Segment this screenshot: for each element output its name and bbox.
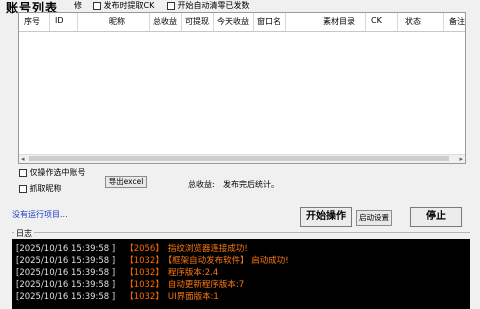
account-table[interactable]: 序号 ID 昵称 总收益 可提现 今天收益 窗口名 素材目录 CK 状态 备注 … bbox=[18, 12, 466, 164]
publish-ck-checkbox[interactable]: 发布时提取CK bbox=[93, 0, 154, 11]
only-selected-checkbox[interactable]: 仅操作选中账号 bbox=[19, 167, 86, 178]
log-line: [2025/10/16 15:39:58 ] 【1032】 程序版本:2.4 bbox=[16, 268, 219, 278]
checkbox-icon[interactable] bbox=[19, 184, 27, 193]
col-window-name[interactable]: 窗口名 bbox=[257, 16, 281, 27]
scroll-thumb[interactable] bbox=[29, 156, 449, 161]
log-divider bbox=[12, 232, 470, 233]
edit-label[interactable]: 修 bbox=[74, 0, 82, 11]
horizontal-scrollbar[interactable]: ◂ ▸ bbox=[19, 154, 465, 163]
grab-nickname-checkbox[interactable]: 抓取昵称 bbox=[19, 183, 62, 194]
auto-clear-checkbox[interactable]: 开始自动清零已发数 bbox=[167, 0, 250, 11]
no-project-status: 没有运行项目... bbox=[12, 210, 68, 219]
checkbox-icon[interactable] bbox=[167, 1, 175, 10]
scroll-left-icon[interactable]: ◂ bbox=[21, 155, 25, 163]
col-today-income[interactable]: 今天收益 bbox=[217, 16, 249, 27]
col-total-income[interactable]: 总收益 bbox=[153, 16, 177, 27]
checkbox-icon[interactable] bbox=[19, 168, 27, 177]
log-line: [2025/10/16 15:39:58 ] 【1032】 UI界面版本:1 bbox=[16, 292, 219, 302]
col-status[interactable]: 状态 bbox=[405, 16, 421, 27]
grab-nickname-label: 抓取昵称 bbox=[29, 184, 62, 193]
log-title: 日志 bbox=[14, 228, 34, 239]
stop-button[interactable]: 停止 bbox=[410, 207, 462, 227]
auto-clear-label: 开始自动清零已发数 bbox=[177, 1, 250, 10]
export-excel-button[interactable]: 导出excel bbox=[105, 176, 147, 188]
col-index[interactable]: 序号 bbox=[24, 16, 40, 27]
total-income-label: 总收益: bbox=[188, 180, 215, 189]
col-ck[interactable]: CK bbox=[371, 16, 382, 25]
only-selected-label: 仅操作选中账号 bbox=[29, 168, 86, 177]
log-panel[interactable]: [2025/10/16 15:39:58 ] 【2056】 指纹浏览器连接成功! [… bbox=[12, 239, 470, 309]
publish-ck-label: 发布时提取CK bbox=[103, 1, 155, 10]
col-remark[interactable]: 备注 bbox=[449, 16, 465, 27]
col-id[interactable]: ID bbox=[55, 16, 64, 25]
log-line: [2025/10/16 15:39:58 ] 【2056】 指纹浏览器连接成功! bbox=[16, 244, 248, 254]
publish-status-text: 发布完后统计。 bbox=[223, 180, 279, 189]
scroll-right-icon[interactable]: ▸ bbox=[459, 155, 463, 163]
checkbox-icon[interactable] bbox=[93, 1, 101, 10]
col-material-dir[interactable]: 素材目录 bbox=[323, 16, 355, 27]
col-withdrawable[interactable]: 可提现 bbox=[185, 16, 209, 27]
log-line: [2025/10/16 15:39:58 ] 【1032】 【框架自动发布软件】 启… bbox=[16, 256, 289, 266]
start-button[interactable]: 开始操作 bbox=[300, 207, 352, 227]
auto-start-settings-button[interactable]: 启动设置 bbox=[356, 210, 392, 226]
col-nickname[interactable]: 昵称 bbox=[109, 16, 125, 27]
log-line: [2025/10/16 15:39:58 ] 【1032】 自动更新程序版本:7 bbox=[16, 280, 245, 290]
table-header: 序号 ID 昵称 总收益 可提现 今天收益 窗口名 素材目录 CK 状态 备注 bbox=[19, 13, 465, 32]
